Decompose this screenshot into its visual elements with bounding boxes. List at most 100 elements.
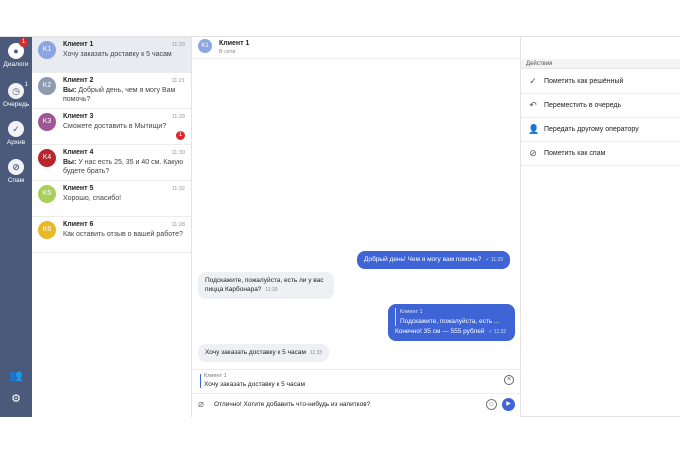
chat-preview-text: У нас есть 25, 35 и 40 см. Какую будете … xyxy=(63,159,184,175)
rail-label-spam: Спам xyxy=(7,177,25,184)
chat-name: Клиент 1 xyxy=(63,41,94,48)
reply-preview: Клиент 1 Хочу заказать доставку к 5 часа… xyxy=(192,369,521,391)
block-icon: ⊘ xyxy=(529,148,537,158)
message-outgoing[interactable]: Добрый день! Чем я могу вам помочь? ✓ 11:… xyxy=(357,251,511,269)
rail-label-queue: Очередь xyxy=(2,101,30,108)
message-input[interactable]: Отлично! Хотите добавить что-нибудь из н… xyxy=(214,401,370,408)
avatar: K5 xyxy=(38,185,56,203)
chat-time: 11:33 xyxy=(171,42,185,48)
action-transfer-operator[interactable]: 👤 Передать другому оператору xyxy=(521,118,680,142)
message-composer: ⌀ Отлично! Хотите добавить что-нибудь из… xyxy=(192,393,521,417)
action-mark-spam[interactable]: ⊘ Пометить как спам xyxy=(521,142,680,166)
chat-list-item[interactable]: K3 Клиент 3 11:29 Сможете доставить в Мы… xyxy=(32,109,191,145)
chat-app: ● 1 Диалоги ◷ 1 Очередь ✓ Архив ⊘ Спам 👥 ⚙… xyxy=(0,36,680,417)
chat-list-item[interactable]: K1 Клиент 1 11:33 Хочу заказать доставку… xyxy=(32,37,191,73)
chat-name: Клиент 5 xyxy=(63,185,94,192)
rail-item-archive[interactable]: ✓ Архив xyxy=(0,121,32,146)
reply-text: Хочу заказать доставку к 5 часам xyxy=(204,381,305,388)
chat-preview: Хорошо, спасибо! xyxy=(63,194,185,203)
rail-label-archive: Архив xyxy=(6,139,26,146)
reply-author: Клиент 1 xyxy=(204,373,227,379)
chat-time: 11:32 xyxy=(171,186,185,192)
gear-icon[interactable]: ⚙ xyxy=(0,392,32,405)
emoji-icon[interactable]: ☺ xyxy=(486,399,497,410)
chat-list-item[interactable]: K5 Клиент 5 11:32 Хорошо, спасибо! xyxy=(32,181,191,217)
actions-panel: Действия ✓ Пометить как решённый ↶ Перем… xyxy=(521,59,680,417)
action-mark-resolved[interactable]: ✓ Пометить как решённый xyxy=(521,70,680,94)
avatar: K1 xyxy=(38,41,56,59)
chat-list: K1 Клиент 1 11:33 Хочу заказать доставку… xyxy=(32,37,192,417)
check-circle-icon: ✓ xyxy=(8,121,24,137)
avatar: K3 xyxy=(38,113,56,131)
chat-name: Клиент 6 xyxy=(63,221,94,228)
chat-list-item[interactable]: K4 Клиент 4 11:30 Вы: У нас есть 25, 35 … xyxy=(32,145,191,181)
block-icon: ⊘ xyxy=(8,159,24,175)
action-label: Передать другому оператору xyxy=(544,126,639,133)
unread-badge: 1 xyxy=(176,131,185,140)
reply-accent-line xyxy=(200,374,201,388)
you-prefix: Вы: xyxy=(63,87,77,94)
back-arrow-icon: ↶ xyxy=(529,100,537,110)
chat-preview: Сможете доставить в Мытищи? xyxy=(63,122,185,131)
you-prefix: Вы: xyxy=(63,159,77,166)
message-incoming[interactable]: Подскажите, пожалуйста, есть ли у вас пи… xyxy=(198,272,334,299)
chat-time: 11:29 xyxy=(171,114,185,120)
message-time: ✓ 11:32 xyxy=(488,329,507,335)
action-label: Пометить как спам xyxy=(544,150,606,157)
chat-name: Клиент 2 xyxy=(63,77,94,84)
rail-item-dialogs[interactable]: ● 1 Диалоги xyxy=(0,38,32,68)
message-text: Хочу заказать доставку к 5 часам xyxy=(205,349,306,356)
avatar: K4 xyxy=(38,149,56,167)
quote-text: Подскажите, пожалуйста, есть ... xyxy=(400,318,500,325)
quote-author: Клиент 1 xyxy=(400,309,423,315)
user-icon: 👤 xyxy=(528,124,540,134)
send-button[interactable]: ▶ xyxy=(502,398,515,411)
chat-list-item[interactable]: K2 Клиент 2 11:21 Вы: Добрый день, чем я… xyxy=(32,73,191,109)
conversation-title: Клиент 1 xyxy=(219,40,250,47)
close-icon[interactable]: × xyxy=(504,375,514,385)
message-time: 11:30 xyxy=(265,287,278,293)
dialogs-badge: 1 xyxy=(19,38,28,47)
quoted-message: Клиент 1 Подскажите, пожалуйста, есть ..… xyxy=(395,308,508,326)
message-text: Добрый день! Чем я могу вам помочь? xyxy=(364,256,482,263)
chat-preview-text: Хочу заказать доставку к 5 часам xyxy=(63,51,172,58)
rail-label-dialogs: Диалоги xyxy=(3,61,29,68)
message-text: Конечно! 35 см — 555 рублей xyxy=(395,328,485,335)
chat-list-item[interactable]: K6 Клиент 6 11:28 Как оставить отзыв о в… xyxy=(32,217,191,253)
online-status: В сети xyxy=(219,49,236,55)
action-label: Пометить как решённый xyxy=(544,78,624,85)
message-incoming[interactable]: Хочу заказать доставку к 5 часам 11:33 xyxy=(198,344,330,362)
avatar: K6 xyxy=(38,221,56,239)
chat-preview-text: Добрый день, чем я могу Вам помочь? xyxy=(63,87,176,103)
chat-icon: ● 1 xyxy=(8,38,28,59)
message-time: 11:33 xyxy=(309,350,323,356)
clock-icon: ◷ 1 xyxy=(8,82,28,99)
check-icon: ✓ xyxy=(529,76,537,86)
conversation-header: K1 Клиент 1 В сети xyxy=(192,37,521,59)
nav-rail: ● 1 Диалоги ◷ 1 Очередь ✓ Архив ⊘ Спам 👥 ⚙ xyxy=(0,37,32,417)
avatar: K2 xyxy=(38,77,56,95)
chat-preview-text: Как оставить отзыв о вашей работе? xyxy=(63,231,183,238)
avatar: K1 xyxy=(198,39,212,53)
chat-preview: Хочу заказать доставку к 5 часам xyxy=(63,50,185,59)
chat-name: Клиент 3 xyxy=(63,113,94,120)
users-icon[interactable]: 👥 xyxy=(0,369,32,382)
chat-time: 11:30 xyxy=(171,150,185,156)
queue-count: 1 xyxy=(24,82,28,88)
rail-item-spam[interactable]: ⊘ Спам xyxy=(0,159,32,184)
rail-item-queue[interactable]: ◷ 1 Очередь xyxy=(0,82,32,108)
chat-preview: Вы: У нас есть 25, 35 и 40 см. Какую буд… xyxy=(63,158,185,176)
message-time: ✓ 11:29 xyxy=(485,257,504,263)
chat-time: 11:28 xyxy=(171,222,185,228)
message-outgoing[interactable]: Клиент 1 Подскажите, пожалуйста, есть ..… xyxy=(388,304,515,341)
chat-name: Клиент 4 xyxy=(63,149,94,156)
action-move-to-queue[interactable]: ↶ Переместить в очередь xyxy=(521,94,680,118)
chat-preview: Вы: Добрый день, чем я могу Вам помочь? xyxy=(63,86,185,104)
chat-preview-text: Сможете доставить в Мытищи? xyxy=(63,123,167,130)
chat-preview-text: Хорошо, спасибо! xyxy=(63,195,122,202)
paperclip-icon[interactable]: ⌀ xyxy=(198,399,204,410)
chat-preview: Как оставить отзыв о вашей работе? xyxy=(63,230,185,239)
action-label: Переместить в очередь xyxy=(544,102,622,109)
actions-header: Действия xyxy=(521,59,680,69)
chat-time: 11:21 xyxy=(171,78,185,84)
